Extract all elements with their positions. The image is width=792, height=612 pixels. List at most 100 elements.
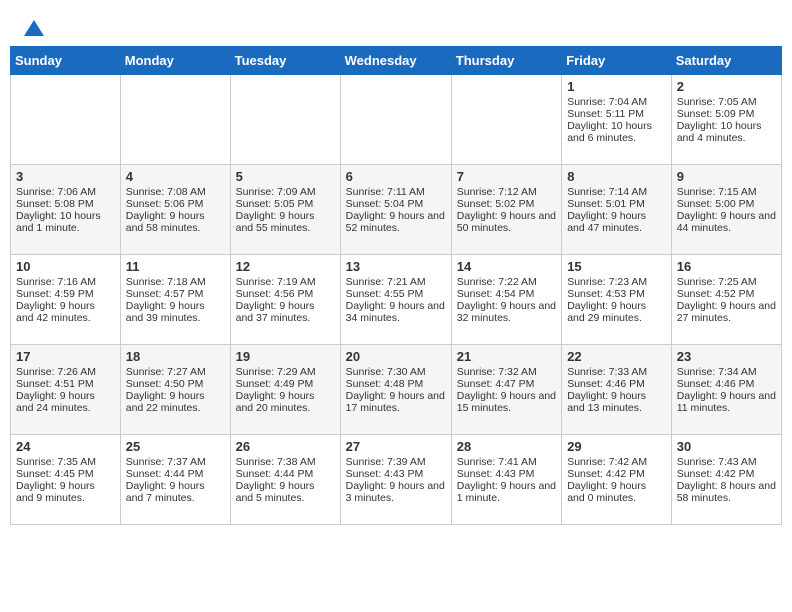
- day-cell: 21Sunrise: 7:32 AMSunset: 4:47 PMDayligh…: [451, 345, 561, 435]
- day-info-line: Daylight: 9 hours and 42 minutes.: [16, 300, 115, 324]
- day-info-line: Daylight: 9 hours and 13 minutes.: [567, 390, 666, 414]
- day-info-line: Sunrise: 7:23 AM: [567, 276, 666, 288]
- day-number: 29: [567, 439, 666, 454]
- day-info-line: Sunrise: 7:16 AM: [16, 276, 115, 288]
- day-cell: 19Sunrise: 7:29 AMSunset: 4:49 PMDayligh…: [230, 345, 340, 435]
- day-number: 26: [236, 439, 335, 454]
- day-header-sunday: Sunday: [11, 47, 121, 75]
- day-cell: 3Sunrise: 7:06 AMSunset: 5:08 PMDaylight…: [11, 165, 121, 255]
- day-number: 2: [677, 79, 776, 94]
- day-info-line: Daylight: 9 hours and 1 minute.: [457, 480, 556, 504]
- day-info-line: Sunset: 4:51 PM: [16, 378, 115, 390]
- day-info-line: Daylight: 9 hours and 47 minutes.: [567, 210, 666, 234]
- day-header-tuesday: Tuesday: [230, 47, 340, 75]
- day-info-line: Sunrise: 7:26 AM: [16, 366, 115, 378]
- day-info-line: Sunset: 4:46 PM: [567, 378, 666, 390]
- day-number: 13: [346, 259, 446, 274]
- calendar-header: SundayMondayTuesdayWednesdayThursdayFrid…: [11, 47, 782, 75]
- day-info-line: Daylight: 9 hours and 17 minutes.: [346, 390, 446, 414]
- day-info-line: Sunset: 4:54 PM: [457, 288, 556, 300]
- day-info-line: Sunrise: 7:34 AM: [677, 366, 776, 378]
- day-info-line: Sunset: 4:59 PM: [16, 288, 115, 300]
- day-info-line: Daylight: 9 hours and 39 minutes.: [126, 300, 225, 324]
- day-cell: 14Sunrise: 7:22 AMSunset: 4:54 PMDayligh…: [451, 255, 561, 345]
- day-cell: [451, 75, 561, 165]
- calendar-body: 1Sunrise: 7:04 AMSunset: 5:11 PMDaylight…: [11, 75, 782, 525]
- day-number: 30: [677, 439, 776, 454]
- day-info-line: Sunset: 5:09 PM: [677, 108, 776, 120]
- day-number: 3: [16, 169, 115, 184]
- day-info-line: Sunset: 4:43 PM: [457, 468, 556, 480]
- day-info-line: Sunset: 4:42 PM: [567, 468, 666, 480]
- day-cell: [11, 75, 121, 165]
- day-info-line: Daylight: 9 hours and 3 minutes.: [346, 480, 446, 504]
- day-info-line: Sunrise: 7:39 AM: [346, 456, 446, 468]
- day-info-line: Sunset: 4:48 PM: [346, 378, 446, 390]
- day-info-line: Sunset: 4:49 PM: [236, 378, 335, 390]
- day-cell: 13Sunrise: 7:21 AMSunset: 4:55 PMDayligh…: [340, 255, 451, 345]
- day-cell: 20Sunrise: 7:30 AMSunset: 4:48 PMDayligh…: [340, 345, 451, 435]
- day-cell: [340, 75, 451, 165]
- day-number: 22: [567, 349, 666, 364]
- header-row: SundayMondayTuesdayWednesdayThursdayFrid…: [11, 47, 782, 75]
- day-number: 10: [16, 259, 115, 274]
- day-info-line: Daylight: 9 hours and 52 minutes.: [346, 210, 446, 234]
- day-info-line: Daylight: 9 hours and 32 minutes.: [457, 300, 556, 324]
- day-info-line: Daylight: 9 hours and 15 minutes.: [457, 390, 556, 414]
- day-info-line: Sunset: 5:04 PM: [346, 198, 446, 210]
- day-cell: 2Sunrise: 7:05 AMSunset: 5:09 PMDaylight…: [671, 75, 781, 165]
- day-info-line: Sunrise: 7:09 AM: [236, 186, 335, 198]
- day-info-line: Daylight: 9 hours and 20 minutes.: [236, 390, 335, 414]
- day-info-line: Sunrise: 7:22 AM: [457, 276, 556, 288]
- day-info-line: Sunset: 5:02 PM: [457, 198, 556, 210]
- day-info-line: Sunrise: 7:15 AM: [677, 186, 776, 198]
- day-info-line: Sunset: 5:11 PM: [567, 108, 666, 120]
- logo-icon: [22, 18, 46, 42]
- day-info-line: Sunset: 4:43 PM: [346, 468, 446, 480]
- day-number: 24: [16, 439, 115, 454]
- day-number: 27: [346, 439, 446, 454]
- day-info-line: Sunrise: 7:25 AM: [677, 276, 776, 288]
- day-info-line: Daylight: 9 hours and 0 minutes.: [567, 480, 666, 504]
- day-info-line: Sunrise: 7:27 AM: [126, 366, 225, 378]
- day-info-line: Daylight: 9 hours and 9 minutes.: [16, 480, 115, 504]
- day-info-line: Sunrise: 7:08 AM: [126, 186, 225, 198]
- calendar: SundayMondayTuesdayWednesdayThursdayFrid…: [0, 46, 792, 535]
- day-cell: 7Sunrise: 7:12 AMSunset: 5:02 PMDaylight…: [451, 165, 561, 255]
- day-info-line: Daylight: 9 hours and 44 minutes.: [677, 210, 776, 234]
- day-number: 21: [457, 349, 556, 364]
- day-info-line: Sunset: 4:56 PM: [236, 288, 335, 300]
- day-info-line: Sunset: 5:06 PM: [126, 198, 225, 210]
- day-number: 20: [346, 349, 446, 364]
- day-cell: 23Sunrise: 7:34 AMSunset: 4:46 PMDayligh…: [671, 345, 781, 435]
- day-info-line: Sunset: 4:50 PM: [126, 378, 225, 390]
- day-info-line: Sunset: 4:47 PM: [457, 378, 556, 390]
- day-cell: 24Sunrise: 7:35 AMSunset: 4:45 PMDayligh…: [11, 435, 121, 525]
- day-info-line: Sunset: 4:45 PM: [16, 468, 115, 480]
- day-number: 1: [567, 79, 666, 94]
- day-number: 8: [567, 169, 666, 184]
- day-cell: 15Sunrise: 7:23 AMSunset: 4:53 PMDayligh…: [562, 255, 672, 345]
- day-cell: 30Sunrise: 7:43 AMSunset: 4:42 PMDayligh…: [671, 435, 781, 525]
- day-info-line: Daylight: 9 hours and 7 minutes.: [126, 480, 225, 504]
- day-number: 16: [677, 259, 776, 274]
- day-info-line: Sunset: 4:55 PM: [346, 288, 446, 300]
- day-info-line: Daylight: 9 hours and 37 minutes.: [236, 300, 335, 324]
- day-number: 4: [126, 169, 225, 184]
- day-number: 18: [126, 349, 225, 364]
- week-row-2: 3Sunrise: 7:06 AMSunset: 5:08 PMDaylight…: [11, 165, 782, 255]
- day-info-line: Sunset: 5:00 PM: [677, 198, 776, 210]
- week-row-5: 24Sunrise: 7:35 AMSunset: 4:45 PMDayligh…: [11, 435, 782, 525]
- day-info-line: Daylight: 9 hours and 29 minutes.: [567, 300, 666, 324]
- day-number: 12: [236, 259, 335, 274]
- week-row-4: 17Sunrise: 7:26 AMSunset: 4:51 PMDayligh…: [11, 345, 782, 435]
- day-info-line: Sunset: 4:53 PM: [567, 288, 666, 300]
- day-cell: 29Sunrise: 7:42 AMSunset: 4:42 PMDayligh…: [562, 435, 672, 525]
- day-info-line: Sunrise: 7:21 AM: [346, 276, 446, 288]
- day-cell: [230, 75, 340, 165]
- day-info-line: Sunrise: 7:41 AM: [457, 456, 556, 468]
- day-cell: 16Sunrise: 7:25 AMSunset: 4:52 PMDayligh…: [671, 255, 781, 345]
- day-cell: 4Sunrise: 7:08 AMSunset: 5:06 PMDaylight…: [120, 165, 230, 255]
- day-info-line: Daylight: 10 hours and 1 minute.: [16, 210, 115, 234]
- day-info-line: Sunrise: 7:43 AM: [677, 456, 776, 468]
